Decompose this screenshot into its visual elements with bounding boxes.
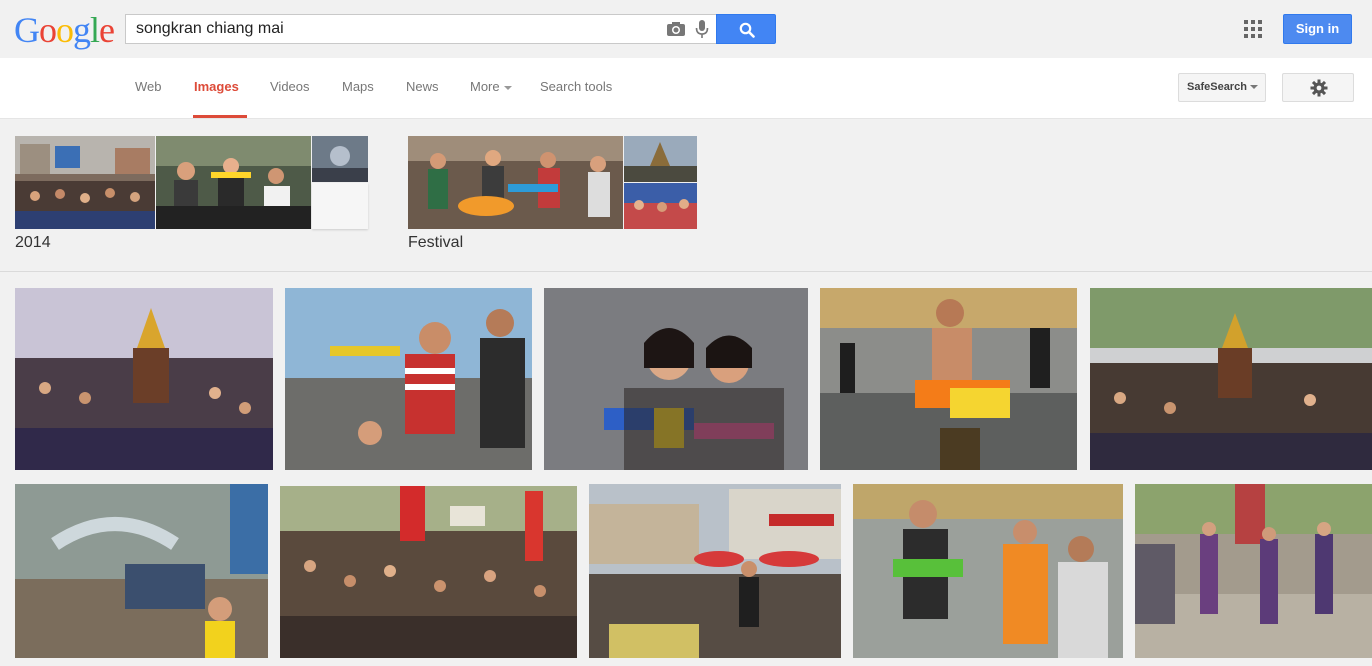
search-box	[125, 14, 716, 44]
collection-thumbnail-empty	[312, 183, 368, 229]
search-input[interactable]	[136, 15, 656, 43]
tab-maps[interactable]: Maps	[342, 58, 374, 118]
logo-letter: G	[14, 10, 40, 50]
logo-letter: o	[56, 10, 74, 50]
image-result[interactable]	[15, 288, 273, 470]
image-result[interactable]	[280, 486, 577, 658]
image-result[interactable]	[15, 484, 268, 658]
image-result[interactable]	[820, 288, 1077, 470]
apps-grid-icon[interactable]	[1244, 20, 1262, 38]
tab-label: More	[470, 79, 500, 94]
sign-in-button[interactable]: Sign in	[1283, 14, 1352, 44]
logo-letter: o	[39, 10, 57, 50]
caret-down-icon	[1249, 85, 1258, 90]
collection-thumbnail	[312, 136, 368, 182]
tab-web[interactable]: Web	[135, 58, 162, 118]
search-tools-button[interactable]: Search tools	[540, 58, 612, 118]
settings-button[interactable]	[1282, 73, 1354, 102]
gear-icon	[1310, 79, 1328, 97]
tab-news[interactable]: News	[406, 58, 439, 118]
search-button[interactable]	[716, 14, 776, 44]
collection-thumbnail	[156, 136, 311, 229]
divider	[0, 271, 1372, 272]
related-collection-2014[interactable]: 2014	[15, 136, 368, 256]
image-result[interactable]	[853, 484, 1123, 658]
collection-thumbnail	[624, 183, 697, 229]
image-result[interactable]	[1090, 288, 1372, 470]
tab-more[interactable]: More	[470, 58, 512, 118]
collection-thumbnail	[15, 136, 155, 229]
collection-label: Festival	[408, 234, 464, 251]
safesearch-button[interactable]: SafeSearch	[1178, 73, 1266, 102]
google-logo[interactable]: Google	[14, 10, 115, 50]
tab-videos[interactable]: Videos	[270, 58, 310, 118]
search-nav-bar: Web Images Videos Maps News More Search …	[0, 58, 1372, 119]
image-result[interactable]	[285, 288, 532, 470]
image-result[interactable]	[589, 484, 841, 658]
image-result[interactable]	[1135, 484, 1372, 658]
microphone-icon[interactable]	[695, 19, 709, 39]
logo-letter: e	[99, 10, 115, 50]
logo-letter: l	[90, 10, 100, 50]
related-collection-festival[interactable]: Festival	[408, 136, 697, 256]
tab-images[interactable]: Images	[193, 58, 247, 118]
magnifier-icon	[739, 22, 755, 38]
camera-icon[interactable]	[666, 21, 686, 37]
collection-label: 2014	[15, 234, 51, 251]
collection-thumbnail	[408, 136, 623, 229]
safesearch-label: SafeSearch	[1187, 81, 1247, 93]
tab-label: Images	[194, 79, 239, 94]
collection-thumbnail	[624, 136, 697, 182]
caret-down-icon	[503, 85, 512, 90]
logo-letter: g	[73, 10, 91, 50]
header: Google Sign in	[0, 0, 1372, 58]
image-result[interactable]	[544, 288, 808, 470]
